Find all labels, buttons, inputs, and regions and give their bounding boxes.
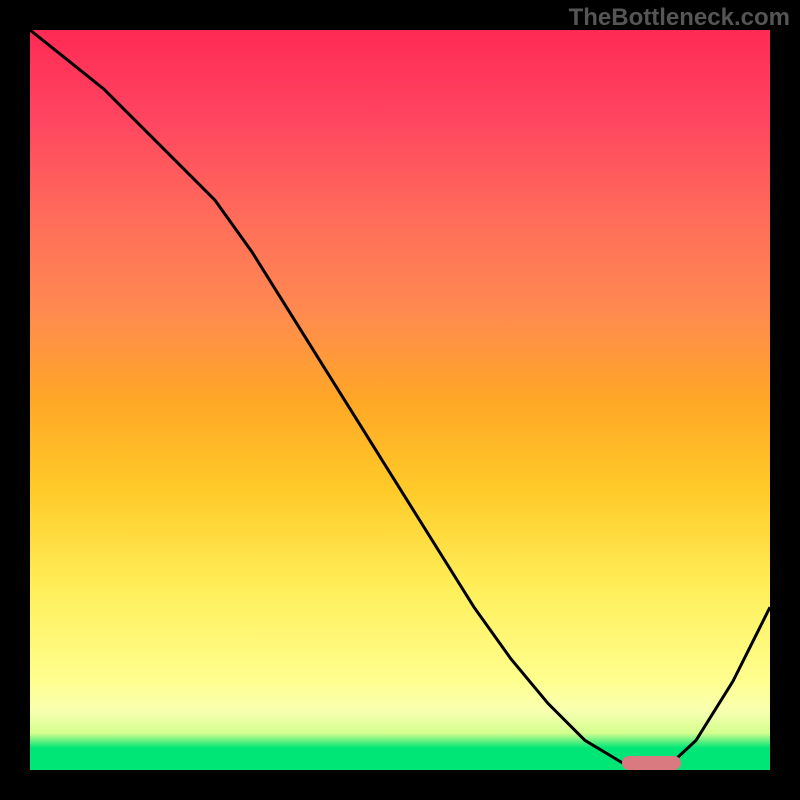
watermark-text: TheBottleneck.com: [569, 4, 790, 32]
chart-line: [30, 30, 770, 770]
chart-area: [30, 30, 770, 770]
optimal-marker: [622, 756, 681, 770]
